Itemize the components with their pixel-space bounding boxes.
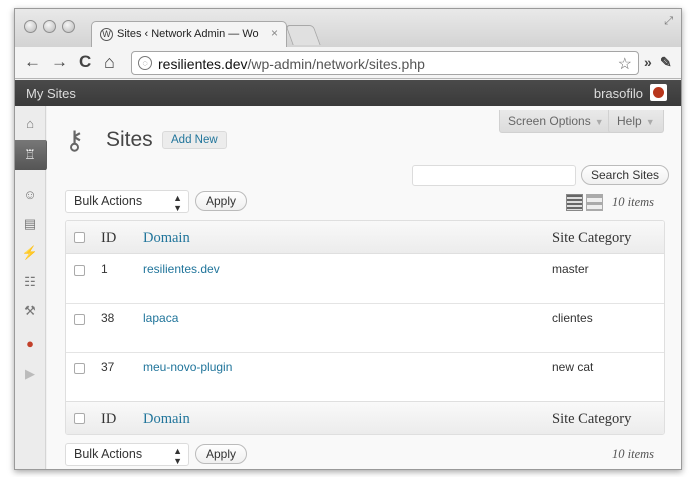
items-count-bottom: 10 items — [612, 447, 655, 461]
close-window-button[interactable] — [24, 20, 37, 33]
cell-domain-link[interactable]: meu-novo-plugin — [143, 360, 232, 374]
custom-plugin-icon[interactable]: ● — [20, 334, 40, 354]
collapse-icon[interactable]: ▶ — [20, 364, 40, 384]
my-sites-menu[interactable]: My Sites — [26, 86, 76, 101]
home-button[interactable]: ⌂ — [104, 52, 115, 72]
reload-button[interactable]: C — [79, 52, 91, 72]
bulk-actions-label: Bulk Actions — [74, 194, 143, 208]
column-footer-site-category: Site Category — [552, 411, 632, 427]
items-count-top: 10 items — [612, 195, 655, 209]
page-title: Sites — [106, 128, 153, 151]
table-footer: ID Domain Site Category — [66, 401, 664, 434]
browser-toolbar: ← → C ⌂ ◌ resilientes.dev/wp-admin/netwo… — [15, 47, 681, 79]
sites-table: ID Domain Site Category 1 resilientes.de… — [65, 220, 665, 435]
select-all-checkbox[interactable] — [74, 232, 85, 243]
dashboard-icon[interactable]: ⌂ — [20, 114, 40, 134]
plugins-icon[interactable]: ⚡ — [20, 243, 40, 263]
search-input[interactable] — [412, 165, 576, 186]
select-all-checkbox-footer[interactable] — [74, 413, 85, 424]
select-arrows-icon: ▲ ▼ — [173, 193, 182, 213]
browser-tab[interactable]: W Sites ‹ Network Admin — Wo × — [91, 21, 287, 47]
table-header: ID Domain Site Category — [66, 221, 664, 254]
url-host: resilientes.dev — [158, 56, 248, 72]
column-header-domain[interactable]: Domain — [143, 230, 190, 247]
browser-window: W Sites ‹ Network Admin — Wo × ⤢ ← → C ⌂… — [14, 8, 682, 470]
caret-down-icon: ▼ — [645, 117, 655, 127]
list-view-icon[interactable] — [566, 194, 583, 211]
username-link[interactable]: brasofilo — [594, 86, 643, 101]
cell-site-category: master — [552, 262, 589, 276]
zoom-window-button[interactable] — [62, 20, 75, 33]
caret-down-icon: ▼ — [594, 117, 604, 127]
tab-close-icon[interactable]: × — [271, 26, 278, 40]
cell-domain-link[interactable]: lapaca — [143, 311, 178, 325]
address-bar[interactable]: ◌ resilientes.dev/wp-admin/network/sites… — [131, 51, 639, 75]
globe-icon: ◌ — [138, 56, 152, 70]
avatar[interactable] — [650, 84, 667, 101]
screen-options-label: Screen Options — [508, 114, 591, 128]
wordpress-favicon-icon: W — [100, 28, 113, 41]
cell-site-category: clientes — [552, 311, 593, 325]
new-tab-button[interactable] — [285, 25, 321, 45]
tab-title: Sites ‹ Network Admin — Wo — [117, 28, 259, 40]
fullscreen-icon[interactable]: ⤢ — [664, 15, 673, 28]
table-row: 37 meu-novo-plugin new cat — [66, 353, 664, 402]
forward-button[interactable]: → — [51, 52, 68, 72]
search-sites-button[interactable]: Search Sites — [581, 165, 670, 185]
column-footer-id: ID — [101, 411, 117, 427]
url-path: /wp-admin/network/sites.php — [247, 56, 425, 72]
main-content: Screen Options ▼ Help ▼ ⚷ Sites Add New Se… — [47, 106, 681, 469]
row-checkbox[interactable] — [74, 314, 85, 325]
excerpt-view-icon[interactable] — [586, 194, 603, 211]
browser-titlebar: W Sites ‹ Network Admin — Wo × ⤢ — [15, 9, 681, 47]
bookmark-star-icon[interactable]: ☆ — [618, 54, 632, 74]
extensions-chevron-icon[interactable]: » — [644, 54, 652, 70]
cell-id: 37 — [101, 360, 115, 374]
table-row: 1 resilientes.dev master — [66, 255, 664, 304]
apply-button-bottom[interactable]: Apply — [195, 444, 248, 464]
sites-icon[interactable]: ♖ — [20, 145, 40, 165]
wrench-icon[interactable]: ✎ — [660, 54, 672, 71]
back-button[interactable]: ← — [24, 52, 41, 72]
sites-page-icon: ⚷ — [65, 125, 85, 155]
cell-domain-link[interactable]: resilientes.dev — [143, 262, 220, 276]
wp-admin-bar: My Sites brasofilo — [15, 80, 681, 106]
row-checkbox[interactable] — [74, 265, 85, 276]
users-icon[interactable]: ☺ — [20, 185, 40, 205]
cell-id: 38 — [101, 311, 115, 325]
select-arrows-icon: ▲ ▼ — [173, 446, 182, 466]
minimize-window-button[interactable] — [43, 20, 56, 33]
column-header-id: ID — [101, 230, 117, 246]
add-new-button[interactable]: Add New — [162, 131, 227, 149]
row-checkbox[interactable] — [74, 363, 85, 374]
themes-icon[interactable]: ▤ — [20, 214, 40, 234]
tools-icon[interactable]: ⚒ — [20, 301, 40, 321]
settings-icon[interactable]: ☷ — [20, 272, 40, 292]
bulk-actions-label: Bulk Actions — [74, 447, 143, 461]
admin-sidebar: ⌂ ♖ ☺ ▤ ⚡ ☷ ⚒ ● ▶ — [15, 106, 55, 469]
screen-options-button[interactable]: Screen Options ▼ — [499, 110, 613, 133]
bulk-actions-select-bottom[interactable]: Bulk Actions ▲ ▼ — [65, 443, 189, 466]
cell-site-category: new cat — [552, 360, 594, 374]
column-header-site-category: Site Category — [552, 230, 632, 246]
url-text[interactable]: resilientes.dev/wp-admin/network/sites.p… — [158, 56, 425, 72]
help-button[interactable]: Help ▼ — [608, 110, 664, 133]
column-footer-domain[interactable]: Domain — [143, 411, 190, 428]
bulk-actions-select-top[interactable]: Bulk Actions ▲ ▼ — [65, 190, 189, 213]
apply-button-top[interactable]: Apply — [195, 191, 248, 211]
cell-id: 1 — [101, 262, 108, 276]
table-row: 38 lapaca clientes — [66, 304, 664, 353]
help-label: Help — [617, 114, 642, 128]
